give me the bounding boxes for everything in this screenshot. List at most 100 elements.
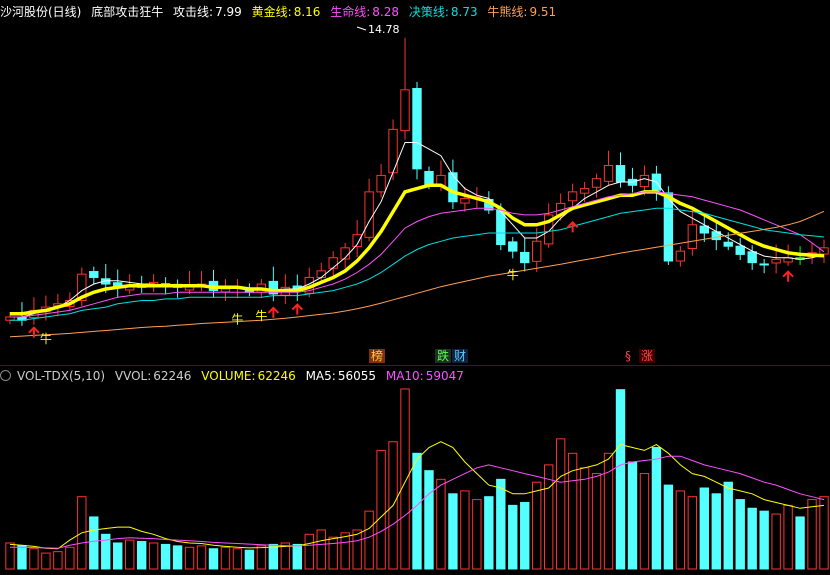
ma10-value: 59047 — [425, 369, 464, 383]
event-tag-section[interactable]: § — [624, 349, 632, 363]
volume-bar — [172, 545, 183, 570]
volume-readout: VOLUME: 62246 — [201, 369, 295, 383]
volume-bar — [532, 481, 542, 570]
volume-bar — [41, 552, 51, 570]
bull-signal-label: 牛 — [255, 308, 267, 323]
volume-bar — [376, 449, 386, 570]
candle-body — [735, 245, 745, 255]
event-tag-finance-text: 财 — [452, 349, 469, 363]
candle-body — [424, 170, 434, 186]
event-tag-fall[interactable]: 跌 — [434, 349, 452, 363]
bull-bear-line-value: 9.51 — [529, 5, 557, 19]
candle-body — [603, 165, 614, 182]
volume-bar — [244, 549, 255, 570]
candle-body — [388, 128, 398, 174]
volume-bar — [663, 484, 674, 570]
candle-body — [699, 225, 709, 234]
stock-title[interactable]: 沙河股份(日线) — [0, 5, 81, 19]
volume-bar — [424, 470, 434, 570]
volume-bar — [687, 496, 698, 570]
bull-bear-line-readout: 牛熊线: 9.51 — [487, 5, 556, 19]
volume-indicator-name[interactable]: VOL-TDX(5,10) — [17, 369, 105, 383]
price-chart[interactable]: 牛牛 牛牛 14.78 — [0, 0, 830, 365]
volume-bar — [184, 546, 195, 570]
volume-bar — [148, 542, 159, 570]
decision-line-readout: 决策线: 8.73 — [409, 5, 478, 19]
bull-signal-label: 牛 — [40, 331, 52, 346]
buy-arrow-icon — [267, 306, 280, 318]
volume-bar — [555, 438, 566, 570]
volume-chart-panel[interactable] — [0, 365, 830, 571]
candle-body — [771, 258, 781, 264]
bull-bear-line-label: 牛熊线: — [487, 5, 528, 19]
event-tag-fall-text: 跌 — [435, 349, 452, 363]
candle-body — [567, 191, 578, 202]
event-tag-rise[interactable]: 涨 — [638, 349, 656, 363]
volume-bar — [448, 493, 458, 570]
decision-line-label: 决策线: — [408, 5, 449, 19]
volume-bar — [639, 473, 650, 570]
settings-circle-icon[interactable] — [0, 370, 11, 381]
volume-bar — [508, 504, 518, 570]
volume-bar — [304, 533, 314, 570]
volume-bar — [328, 536, 338, 570]
candle-body — [412, 88, 422, 170]
volume-bar — [520, 501, 530, 570]
candle-body — [723, 241, 733, 247]
buy-arrow-icon — [28, 326, 40, 338]
candle-body — [819, 247, 829, 255]
price-header: 沙河股份(日线) 底部攻击狂牛 攻击线: 7.99 黄金线: 8.16 生命线: 8.… — [0, 2, 562, 22]
volume-bar — [783, 504, 793, 570]
volume-bar — [747, 507, 757, 570]
volume-bar — [232, 548, 243, 570]
candle-body — [89, 271, 99, 278]
attack-line-value: 7.99 — [215, 5, 242, 19]
volume-bar — [340, 532, 350, 570]
volume-bar — [220, 546, 231, 570]
candle-body — [460, 197, 470, 204]
volume-bar — [807, 499, 817, 570]
volume-bar — [591, 473, 602, 570]
candle-body — [615, 165, 626, 183]
volume-bar — [65, 546, 75, 570]
vvol-readout: VVOL: 62246 — [115, 369, 192, 383]
volume-bar — [53, 551, 63, 570]
attack-line-label: 攻击线: — [173, 5, 214, 19]
event-tag-finance[interactable]: 财 — [451, 349, 469, 363]
event-tag-rank-text: 榜 — [369, 349, 386, 363]
volume-bar — [699, 487, 709, 570]
event-tag-rank[interactable]: 榜 — [368, 349, 386, 363]
volume-bar — [17, 545, 27, 570]
volume-bar — [675, 490, 686, 570]
gold-line-value: 8.16 — [293, 5, 321, 19]
candle-body — [508, 241, 518, 252]
bull-signal-label: 牛 — [507, 267, 519, 282]
candle-body — [328, 257, 338, 269]
indicator-name: 底部攻击狂牛 — [91, 5, 164, 19]
candle-body — [687, 224, 698, 249]
max-price-label: 14.78 — [368, 23, 400, 36]
candle-body — [220, 288, 231, 293]
volume-bar — [316, 529, 326, 570]
price-chart-panel[interactable]: 牛牛牛牛 14.78 — [0, 0, 830, 365]
volume-bar — [113, 542, 123, 570]
candle-body — [747, 251, 757, 264]
event-tag-rise-text: 涨 — [639, 349, 656, 363]
volume-bar — [412, 452, 422, 570]
volume-bar — [292, 543, 302, 570]
volume-bar — [89, 516, 99, 570]
volume-bar — [759, 510, 769, 570]
volume-bar — [579, 467, 590, 570]
buy-arrow-icon — [291, 303, 303, 315]
volume-bar — [400, 388, 410, 570]
candle-body — [400, 89, 410, 132]
volume-value: 62246 — [257, 369, 296, 383]
candle-body — [663, 192, 674, 262]
volume-bar — [795, 516, 805, 570]
volume-chart[interactable] — [0, 365, 830, 571]
volume-bar — [29, 548, 39, 570]
vvol-value: 62246 — [153, 369, 192, 383]
life-line-value: 8.28 — [372, 5, 399, 19]
ma5-value: 56055 — [337, 369, 377, 383]
volume-bar — [136, 541, 147, 570]
